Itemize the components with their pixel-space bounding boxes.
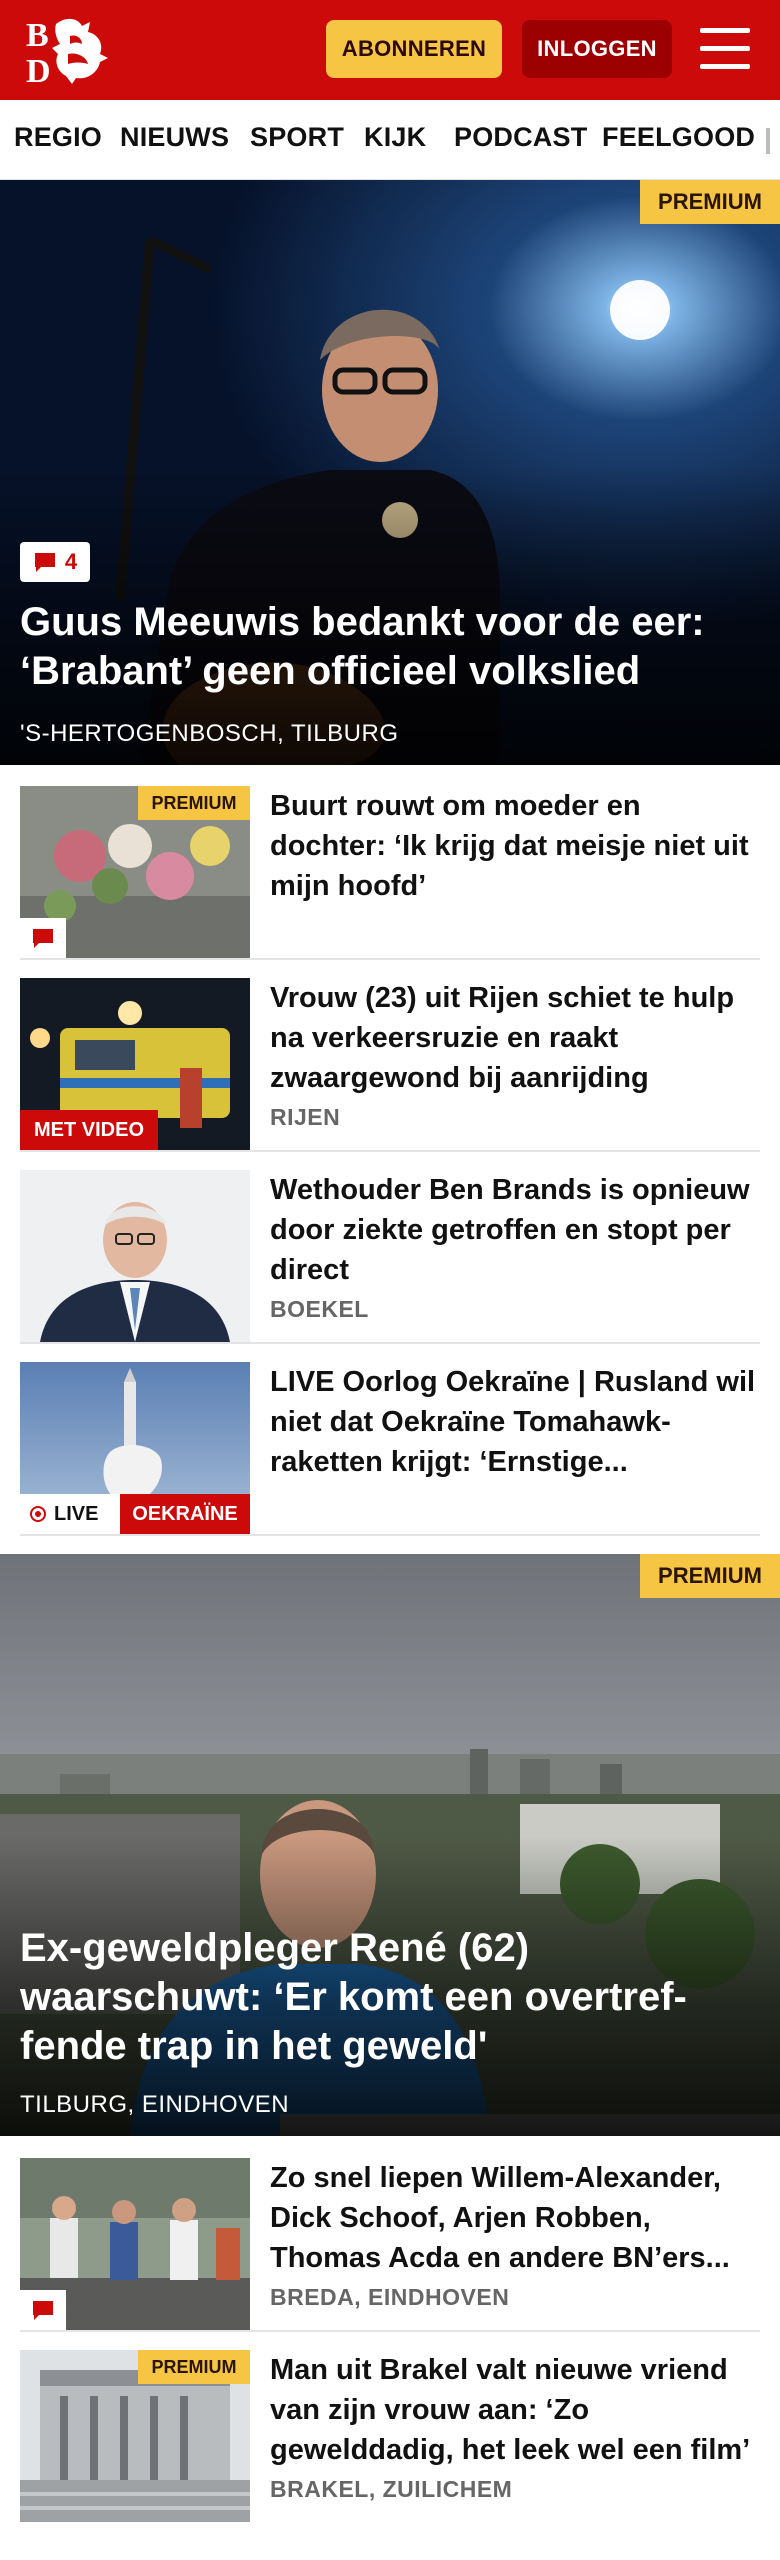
hero-location: 'S-HERTOGENBOSCH, TILBURG	[20, 720, 399, 747]
bd-lion-logo-icon: B D	[26, 17, 108, 90]
hero-headline[interactable]: Guus Meeuwis bedankt voor de eer: ‘Braba…	[20, 598, 760, 696]
article-thumbnail: LIVE OEKRAÏNE	[20, 1362, 250, 1534]
article-headline[interactable]: Wethouder Ben Brands is opnieuw door zie…	[270, 1170, 760, 1290]
nav-overflow-indicator	[766, 128, 770, 154]
hero-article-guus-meeuwis[interactable]: PREMIUM 4 Guus Meeuwis bedankt voor de e…	[0, 180, 780, 765]
svg-text:D: D	[26, 53, 51, 86]
svg-text:B: B	[26, 17, 49, 54]
nav-item-sport[interactable]: SPORT	[250, 122, 344, 153]
thumb-portrait-photo	[20, 1170, 250, 1342]
live-dot-icon	[30, 1506, 46, 1522]
premium-badge: PREMIUM	[138, 786, 250, 820]
hero-article-ex-geweldpleger[interactable]: PREMIUM Ex-geweldpleger René (62) waarsc…	[0, 1554, 780, 2136]
list-item[interactable]: Zo snel liepen Willem-Alexander, Dick Sc…	[20, 2158, 760, 2332]
section-nav: REGIO NIEUWS SPORT KIJK PODCAST FEELGOOD	[0, 100, 780, 180]
comment-icon	[34, 553, 55, 572]
article-headline[interactable]: Buurt rouwt om moeder en dochter: ‘Ik kr…	[270, 786, 760, 906]
comment-indicator	[20, 918, 66, 958]
live-label: LIVE	[54, 1502, 99, 1525]
premium-badge: PREMIUM	[640, 180, 780, 224]
bd-logo[interactable]: B D	[26, 14, 118, 90]
subscribe-button[interactable]: ABONNEREN	[326, 20, 502, 78]
article-headline[interactable]: LIVE Oorlog Oekraïne | Rusland wil niet …	[270, 1362, 760, 1482]
hero-headline[interactable]: Ex-geweldpleger René (62) waarschuwt: ‘E…	[20, 1924, 760, 2071]
article-headline[interactable]: Zo snel liepen Willem-Alexander, Dick Sc…	[270, 2158, 760, 2278]
list-item[interactable]: PREMIUM Buurt rouwt om moeder en dochter…	[20, 786, 760, 960]
live-badge: LIVE	[20, 1494, 120, 1534]
list-item[interactable]: MET VIDEO Vrouw (23) uit Rijen schiet te…	[20, 978, 760, 1152]
login-button[interactable]: INLOGGEN	[522, 20, 672, 78]
list-item[interactable]: LIVE OEKRAÏNE LIVE Oorlog Oekraïne | Rus…	[20, 1362, 760, 1536]
premium-badge: PREMIUM	[640, 1554, 780, 1598]
nav-item-podcast[interactable]: PODCAST	[454, 122, 587, 153]
article-thumbnail	[20, 1170, 250, 1342]
article-headline[interactable]: Vrouw (23) uit Rijen schiet te hulp na v…	[270, 978, 760, 1098]
nav-item-nieuws[interactable]: NIEUWS	[120, 122, 229, 153]
premium-badge: PREMIUM	[138, 2350, 250, 2384]
comment-icon	[33, 2301, 53, 2320]
topic-badge: OEKRAÏNE	[120, 1494, 250, 1534]
comment-count-badge[interactable]: 4	[20, 542, 90, 582]
hero-location: TILBURG, EINDHOVEN	[20, 2091, 290, 2118]
nav-item-kijk[interactable]: KIJK	[364, 122, 426, 153]
list-item[interactable]: PREMIUM Man uit Brakel valt nieuwe vrien…	[20, 2350, 760, 2524]
article-location: RIJEN	[270, 1104, 341, 1130]
article-thumbnail: PREMIUM	[20, 786, 250, 958]
comment-count: 4	[64, 549, 78, 574]
article-thumbnail: MET VIDEO	[20, 978, 250, 1150]
comment-indicator	[20, 2290, 66, 2330]
nav-item-regio[interactable]: REGIO	[14, 122, 102, 153]
hamburger-menu-icon[interactable]	[700, 26, 752, 72]
video-badge: MET VIDEO	[20, 1110, 159, 1150]
list-item[interactable]: Wethouder Ben Brands is opnieuw door zie…	[20, 1170, 760, 1344]
article-location: BRAKEL, ZUILICHEM	[270, 2476, 513, 2502]
article-location: BREDA, EINDHOVEN	[270, 2284, 510, 2310]
article-location: BOEKEL	[270, 1296, 369, 1322]
article-headline[interactable]: Man uit Brakel valt nieuwe vriend van zi…	[270, 2350, 760, 2470]
nav-item-feelgood[interactable]: FEELGOOD	[602, 122, 755, 153]
article-thumbnail: PREMIUM	[20, 2350, 250, 2522]
article-thumbnail	[20, 2158, 250, 2330]
top-header: B D ABONNEREN INLOGGEN	[0, 0, 780, 100]
comment-icon	[33, 929, 53, 948]
